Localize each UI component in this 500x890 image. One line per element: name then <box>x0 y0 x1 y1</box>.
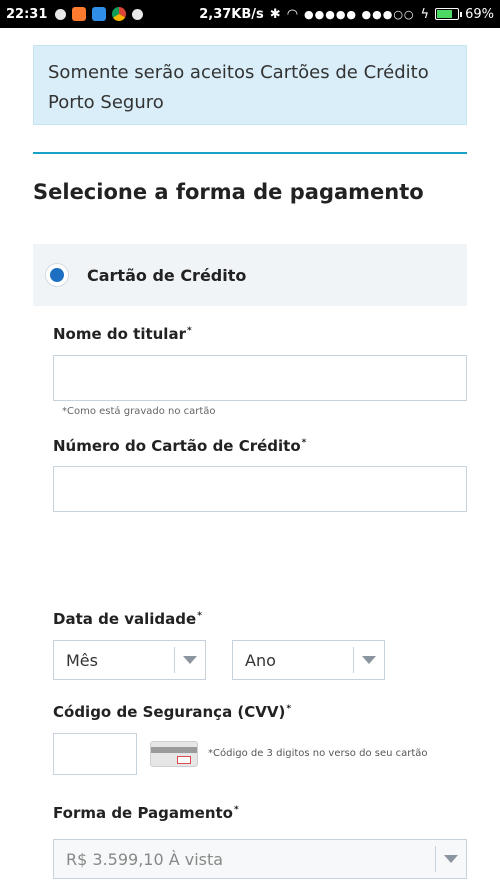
message-icon <box>92 7 107 21</box>
holder-name-label: Nome do titular* <box>53 325 192 343</box>
expiry-month-select[interactable]: Mês <box>53 640 206 680</box>
section-divider <box>33 152 467 154</box>
payment-method-select[interactable]: R$ 3.599,10 À vista <box>53 839 467 879</box>
radio-selected-dot <box>50 268 64 282</box>
expiry-label-text: Data de validade <box>53 610 197 628</box>
cvv-label: Código de Segurança (CVV)* <box>53 703 291 721</box>
chevron-down-icon <box>183 656 197 664</box>
cvv-input[interactable] <box>53 733 137 775</box>
cvv-label-text: Código de Segurança (CVV) <box>53 703 286 721</box>
required-mark: * <box>286 704 292 714</box>
select-separator <box>174 647 175 673</box>
expiry-label: Data de validade* <box>53 610 202 628</box>
card-number-input[interactable] <box>53 466 467 512</box>
chrome-icon <box>112 7 127 21</box>
required-mark: * <box>197 611 202 621</box>
payment-option-credit-card[interactable]: Cartão de Crédito <box>33 244 467 306</box>
app-notification-icon <box>72 7 87 21</box>
section-title: Selecione a forma de pagamento <box>33 180 424 204</box>
charging-icon: ϟ <box>420 6 430 22</box>
payment-method-value: R$ 3.599,10 À vista <box>66 849 224 869</box>
expiry-year-value: Ano <box>245 650 276 670</box>
card-number-label: Número do Cartão de Crédito* <box>53 437 306 455</box>
chevron-down-icon <box>444 855 458 863</box>
network-speed: 2,37KB/s <box>199 6 264 22</box>
required-mark: * <box>186 326 192 336</box>
card-number-label-text: Número do Cartão de Crédito <box>53 437 301 455</box>
required-mark: * <box>301 438 307 448</box>
expiry-month-value: Mês <box>66 650 98 670</box>
signal-icon: ●●●●● ●●●○○ <box>304 7 415 21</box>
notice-text-line1: Somente serão aceitos Cartões de Crédito <box>48 62 429 83</box>
battery-level: 69% <box>465 6 494 22</box>
battery-icon <box>435 8 463 20</box>
expiry-year-select[interactable]: Ano <box>232 640 385 680</box>
status-bar: 22:31 2,37KB/s ✱ ◠ ●●●●● ●●●○○ ϟ 69% <box>0 0 500 28</box>
notice-box: Somente serão aceitos Cartões de Crédito… <box>33 45 467 125</box>
select-separator <box>435 846 436 872</box>
bluetooth-icon: ✱ <box>269 6 281 22</box>
radio-button[interactable] <box>45 263 69 287</box>
app-notification-icon <box>55 8 67 20</box>
payment-method-label: Forma de Pagamento* <box>53 804 239 822</box>
app-notification-icon <box>132 8 144 20</box>
notice-text-line2: Porto Seguro <box>48 92 164 113</box>
payment-option-label: Cartão de Crédito <box>87 265 247 285</box>
status-time: 22:31 <box>6 6 48 22</box>
holder-name-input[interactable] <box>53 355 467 401</box>
holder-name-hint: *Como está gravado no cartão <box>62 406 216 417</box>
wifi-icon: ◠ <box>286 6 299 22</box>
select-separator <box>353 647 354 673</box>
payment-method-label-text: Forma de Pagamento <box>53 804 233 822</box>
card-cvv-icon <box>150 741 198 767</box>
chevron-down-icon <box>362 656 376 664</box>
holder-name-label-text: Nome do titular <box>53 325 186 343</box>
required-mark: * <box>233 805 239 815</box>
cvv-hint: *Código de 3 digitos no verso do seu car… <box>208 748 428 759</box>
